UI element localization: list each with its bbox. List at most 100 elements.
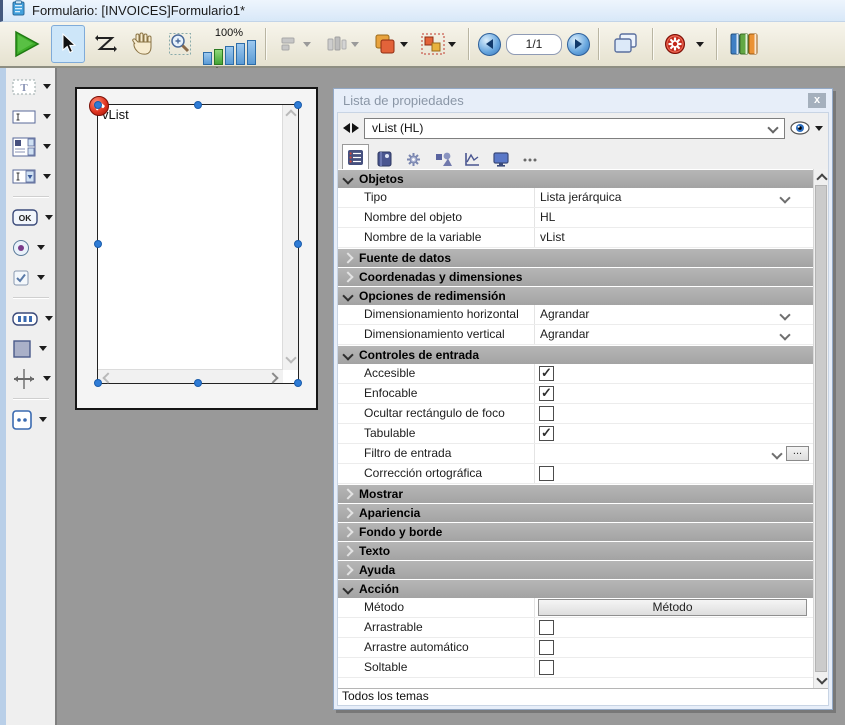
selection-handle-bottom-left[interactable] [94, 379, 102, 387]
chevron-down-icon[interactable] [771, 448, 782, 459]
chevron-down-icon[interactable] [285, 352, 296, 363]
section-texto[interactable]: Texto [338, 542, 813, 560]
palette-checkbox-tool[interactable] [12, 267, 45, 288]
chevron-down-icon[interactable] [43, 144, 51, 149]
chevron-left-icon[interactable] [102, 372, 113, 383]
form-page[interactable]: vList [75, 87, 318, 410]
selection-handle-bottom-middle[interactable] [194, 379, 202, 387]
palette-rectangle-tool[interactable] [12, 338, 47, 359]
property-nombre-de-la-variable[interactable]: Nombre de la variablevList [338, 228, 813, 248]
arrow-right-icon[interactable] [352, 123, 359, 133]
scrollbar-down-button[interactable] [814, 672, 828, 688]
selection-handle-middle-right[interactable] [294, 240, 302, 248]
property-accesible[interactable]: Accesible✓ [338, 364, 813, 384]
palette-text-tool[interactable]: T [12, 76, 51, 97]
object-cycle-arrows[interactable] [343, 123, 359, 133]
checkbox[interactable] [539, 660, 554, 675]
next-page-button[interactable] [567, 33, 590, 56]
arrow-left-icon[interactable] [343, 123, 350, 133]
close-icon[interactable]: x [808, 93, 826, 108]
form-pages-button[interactable] [608, 26, 644, 62]
chevron-down-icon[interactable] [43, 114, 51, 119]
property-nombre-del-objeto[interactable]: Nombre del objetoHL [338, 208, 813, 228]
selection-handle-middle-left[interactable] [94, 240, 102, 248]
section-fuente-de-datos[interactable]: Fuente de datos [338, 249, 813, 267]
zoom-bars-icon[interactable] [203, 40, 256, 65]
previous-page-button[interactable] [478, 33, 501, 56]
property-tipo[interactable]: TipoLista jerárquica [338, 188, 813, 208]
tab-chart[interactable] [458, 149, 485, 169]
section-objetos[interactable]: Objetos [338, 170, 813, 188]
group-tool-button[interactable] [416, 26, 460, 62]
property-ocultar-rectangulo-de-foco[interactable]: Ocultar rectángulo de foco [338, 404, 813, 424]
selection-handle-bottom-right[interactable] [294, 379, 302, 387]
scrollbar-thumb[interactable] [815, 185, 827, 672]
scrollbar-up-button[interactable] [814, 169, 828, 185]
palette-combobox-tool[interactable] [12, 166, 51, 187]
tab-gear[interactable] [400, 149, 427, 169]
chevron-down-icon[interactable] [39, 346, 47, 351]
panel-header[interactable]: Lista de propiedades x [337, 89, 829, 112]
checkbox[interactable] [539, 406, 554, 421]
property-arrastre-automatico[interactable]: Arrastre automático [338, 638, 813, 658]
property-correccion-ortografica[interactable]: Corrección ortográfica [338, 464, 813, 484]
property-soltable[interactable]: Soltable [338, 658, 813, 678]
section-fondo-y-borde[interactable]: Fondo y borde [338, 523, 813, 541]
tab-monitor[interactable] [487, 149, 514, 169]
chevron-down-icon[interactable] [39, 417, 47, 422]
section-mostrar[interactable]: Mostrar [338, 485, 813, 503]
form-canvas[interactable]: vList [57, 68, 845, 725]
section-apariencia[interactable]: Apariencia [338, 504, 813, 522]
property-metodo[interactable]: MétodoMétodo [338, 598, 813, 618]
panel-scrollbar[interactable] [813, 169, 828, 688]
tab-property-list[interactable] [342, 144, 369, 169]
property-arrastrable[interactable]: Arrastrable [338, 618, 813, 638]
palette-plugin-tool[interactable] [12, 409, 47, 430]
property-tabulable[interactable]: Tabulable✓ [338, 424, 813, 444]
chevron-up-icon[interactable] [285, 109, 296, 120]
tab-objects[interactable] [429, 149, 456, 169]
chevron-down-icon[interactable] [448, 42, 456, 47]
palette-segmented-tool[interactable] [12, 308, 53, 329]
object-selector-combo[interactable]: vList (HL) [364, 118, 785, 139]
section-controles-de-entrada[interactable]: Controles de entrada [338, 346, 813, 364]
actions-button[interactable] [662, 26, 688, 62]
entry-order-tool-button[interactable] [90, 26, 122, 62]
property-enfocable[interactable]: Enfocable✓ [338, 384, 813, 404]
chevron-down-icon[interactable] [779, 192, 790, 203]
palette-radio-tool[interactable] [12, 237, 45, 258]
selection-handle-top-right[interactable] [294, 101, 302, 109]
object-horizontal-scrollbar[interactable] [98, 369, 283, 383]
chevron-down-icon[interactable] [45, 215, 53, 220]
hierarchical-list-object[interactable]: vList [97, 104, 299, 384]
checkbox[interactable] [539, 620, 554, 635]
chevron-down-icon[interactable] [696, 42, 704, 47]
palette-splitter-tool[interactable] [12, 368, 51, 389]
select-tool-button[interactable] [51, 25, 85, 63]
tab-book[interactable] [371, 149, 398, 169]
object-vertical-scrollbar[interactable] [282, 105, 298, 370]
chevron-down-icon[interactable] [45, 316, 53, 321]
selection-handle-top-middle[interactable] [194, 101, 202, 109]
chevron-right-icon[interactable] [267, 372, 278, 383]
checkbox[interactable] [539, 640, 554, 655]
zoom-tool-button[interactable] [164, 26, 196, 62]
chevron-down-icon[interactable] [815, 126, 823, 131]
zoom-scale-control[interactable]: 100% [201, 23, 257, 65]
chevron-down-icon[interactable] [37, 275, 45, 280]
chevron-down-icon[interactable] [779, 329, 790, 340]
run-button[interactable] [6, 26, 46, 62]
section-coordenadas-y-dimensiones[interactable]: Coordenadas y dimensiones [338, 268, 813, 286]
palette-button-tool[interactable]: OK [12, 207, 53, 228]
visibility-menu-button[interactable] [790, 121, 823, 135]
checkbox[interactable]: ✓ [539, 386, 554, 401]
tab-more[interactable] [516, 149, 543, 169]
property-filtro-de-entrada[interactable]: Filtro de entrada... [338, 444, 813, 464]
checkbox[interactable] [539, 466, 554, 481]
property-dimensionamiento-horizontal[interactable]: Dimensionamiento horizontalAgrandar [338, 305, 813, 325]
hand-tool-button[interactable] [127, 26, 159, 62]
checkbox[interactable]: ✓ [539, 366, 554, 381]
layering-tool-button[interactable] [369, 26, 411, 62]
selection-handle-top-left[interactable] [94, 101, 102, 109]
section-accion[interactable]: Acción [338, 580, 813, 598]
